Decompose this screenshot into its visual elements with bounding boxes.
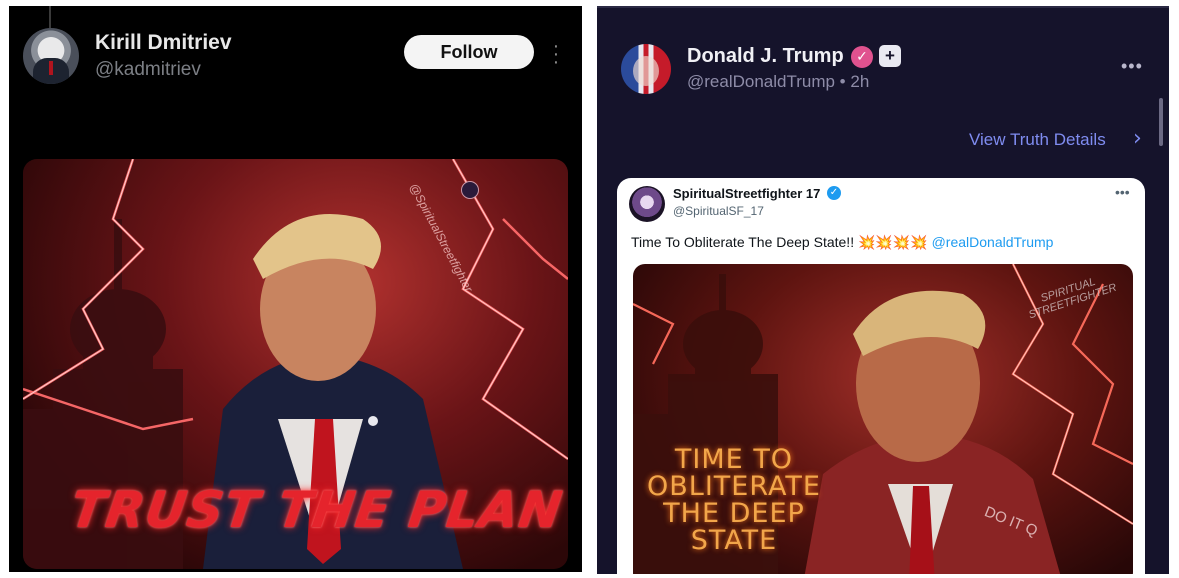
- chevron-right-icon[interactable]: ›: [1133, 126, 1142, 151]
- author-handle-and-time[interactable]: @realDonaldTrump • 2h: [687, 72, 869, 92]
- avatar[interactable]: [621, 44, 671, 94]
- mention-link[interactable]: @realDonaldTrump: [932, 234, 1054, 250]
- verified-badge-icon: ✓: [851, 46, 873, 68]
- vertical-ellipsis-icon[interactable]: · · ·: [551, 36, 561, 72]
- image-caption: TRUST THE PLAN: [66, 481, 567, 539]
- verified-badge-icon: ✓: [827, 186, 841, 200]
- watermark-avatar: [461, 181, 479, 199]
- follow-button[interactable]: Follow: [404, 35, 534, 69]
- author-name[interactable]: Kirill Dmitriev: [95, 31, 232, 55]
- right-post-panel: Donald J. Trump ✓ + @realDonaldTrump • 2…: [597, 6, 1169, 574]
- avatar[interactable]: [23, 28, 79, 84]
- image-caption: TIME TO OBLITERATE THE DEEP STATE: [647, 444, 821, 556]
- left-post-panel: Kirill Dmitriev @kadmitriev Follow ···: [9, 6, 582, 572]
- tweet-body: Time To Obliterate The Deep State!!: [631, 234, 855, 250]
- view-truth-details-link[interactable]: View Truth Details: [969, 130, 1106, 150]
- tweet-text: Time To Obliterate The Deep State!! 💥💥💥💥…: [631, 234, 1053, 251]
- plus-badge-icon[interactable]: +: [879, 45, 901, 67]
- collision-emoji: 💥💥💥💥: [857, 235, 928, 251]
- horizontal-ellipsis-icon[interactable]: •••: [1115, 184, 1130, 200]
- tweet-image[interactable]: SPIRITUAL STREETFIGHTER TIME TO OBLITERA…: [633, 264, 1133, 574]
- embedded-tweet-card[interactable]: SpiritualStreetfighter 17 ✓ @SpiritualSF…: [617, 178, 1145, 574]
- post-image[interactable]: @SpiritualStreetfighter TRUST THE PLAN: [23, 159, 568, 569]
- author-handle[interactable]: @kadmitriev: [95, 59, 201, 81]
- avatar[interactable]: [629, 186, 665, 222]
- author-name[interactable]: Donald J. Trump: [687, 45, 844, 68]
- horizontal-ellipsis-icon[interactable]: •••: [1121, 56, 1143, 77]
- tweet-author-handle[interactable]: @SpiritualSF_17: [673, 204, 764, 218]
- tweet-author-name[interactable]: SpiritualStreetfighter 17: [673, 186, 820, 201]
- scrollbar[interactable]: [1159, 98, 1163, 146]
- thread-line: [49, 6, 51, 28]
